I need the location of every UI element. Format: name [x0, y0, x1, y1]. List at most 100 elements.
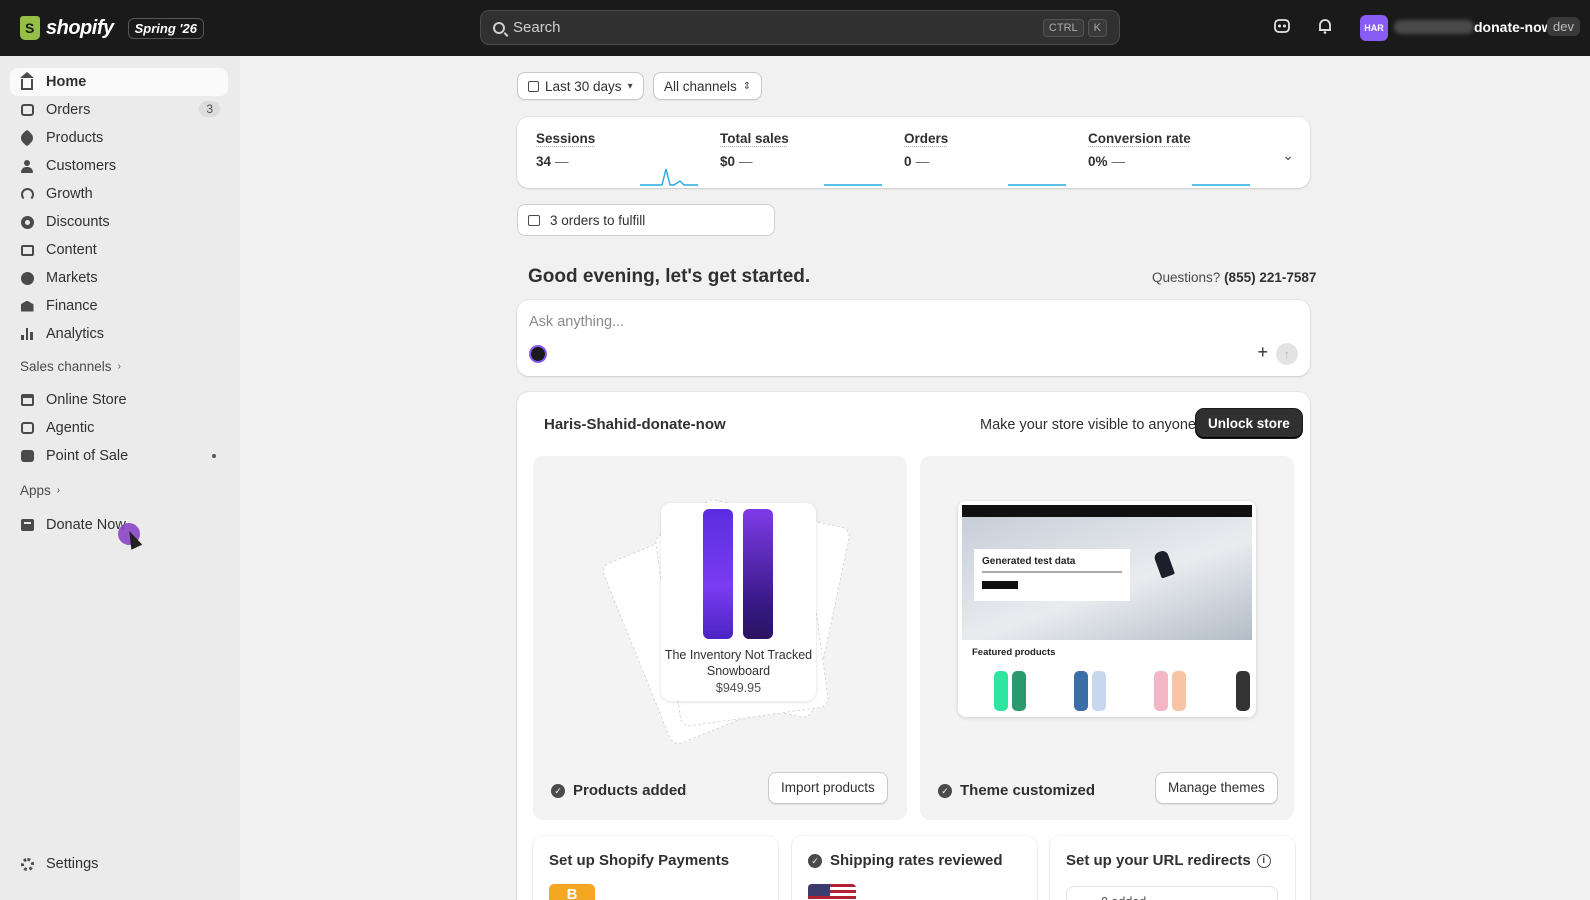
redirect-count: 0 added: [1066, 886, 1278, 900]
sidebar-item-home[interactable]: Home: [10, 68, 228, 96]
sidebar-item-products[interactable]: Products: [10, 124, 228, 152]
sidebar-item-orders[interactable]: Orders 3: [10, 96, 228, 124]
product-preview-stack: The Inventory Not Tracked Snowboard $949…: [631, 491, 831, 731]
product-price: $949.95: [661, 681, 816, 695]
apps-heading[interactable]: Apps ›: [20, 483, 60, 498]
product-thumbnail: [1074, 671, 1088, 711]
search-placeholder: Search: [513, 19, 1039, 36]
sales-channels-label: Sales channels: [20, 359, 112, 374]
metric-orders[interactable]: Orders 0—: [904, 131, 1074, 169]
shipping-rates-card[interactable]: ✓ Shipping rates reviewed: [792, 836, 1037, 900]
logo-text: shopify: [46, 17, 114, 40]
theme-preview[interactable]: Generated test data Featured products: [958, 501, 1256, 717]
discount-icon: [20, 215, 34, 229]
ask-sidekick-card[interactable]: Ask anything... + ↑: [517, 300, 1310, 376]
search-bar[interactable]: Search CTRL K: [480, 10, 1120, 45]
sidebar-item-label: Online Store: [46, 392, 127, 408]
info-icon[interactable]: i: [1257, 854, 1271, 868]
metric-total-sales[interactable]: Total sales $0—: [720, 131, 890, 169]
sidebar-item-point-of-sale[interactable]: Point of Sale: [10, 442, 228, 470]
sidebar-item-growth[interactable]: Growth: [10, 180, 228, 208]
store-avatar[interactable]: HAR: [1360, 15, 1388, 41]
unlock-store-button[interactable]: Unlock store: [1196, 409, 1302, 438]
sidebar-item-label: Growth: [46, 186, 93, 202]
chevron-down-icon[interactable]: ⌄: [1282, 147, 1294, 164]
snowboard-image: [743, 509, 773, 639]
theme-hero-image: Generated test data: [962, 517, 1252, 640]
sidebar-item-agentic[interactable]: Agentic: [10, 414, 228, 442]
sidebar-item-label: Home: [46, 74, 86, 90]
sidebar-item-label: Content: [46, 242, 97, 258]
sidebar-item-label: Settings: [46, 856, 98, 872]
top-bar: shopify Spring '26 Search CTRL K HAR don…: [0, 0, 1590, 56]
app-icon: [20, 518, 34, 532]
store-owner-name-redacted[interactable]: [1394, 20, 1474, 34]
bell-icon[interactable]: [1314, 17, 1336, 39]
product-thumbnail: [1172, 671, 1186, 711]
sidebar: Home Orders 3 Products Customers Growth …: [0, 56, 240, 900]
date-range-button[interactable]: Last 30 days ▾: [517, 72, 644, 100]
chevron-right-icon: ›: [118, 361, 121, 372]
sidebar-item-content[interactable]: Content: [10, 236, 228, 264]
store-handle[interactable]: donate-now: [1474, 19, 1553, 35]
chevron-down-icon: ▾: [628, 81, 633, 92]
inbox-icon: [528, 215, 540, 226]
shopify-logo[interactable]: shopify Spring '26: [20, 16, 204, 40]
hero-text-box: Generated test data: [974, 549, 1130, 601]
sidebar-item-markets[interactable]: Markets: [10, 264, 228, 292]
sidebar-item-settings[interactable]: Settings: [10, 850, 228, 878]
bar-chart-icon: [20, 327, 34, 341]
image-icon: [20, 243, 34, 257]
import-products-button[interactable]: Import products: [768, 772, 888, 804]
sidekick-icon[interactable]: [1271, 17, 1293, 39]
person-icon: [20, 159, 34, 173]
channels-filter-label: All channels: [664, 79, 737, 94]
snowboarder-image: [1153, 549, 1175, 578]
sidebar-item-label: Agentic: [46, 420, 94, 436]
plus-icon[interactable]: +: [1257, 342, 1268, 363]
gauge-icon: [20, 187, 34, 201]
bank-icon: [20, 299, 34, 313]
channels-filter-button[interactable]: All channels ⇕: [653, 72, 762, 100]
send-arrow-icon[interactable]: ↑: [1276, 343, 1298, 365]
chevron-right-icon: ›: [57, 485, 60, 496]
metric-conversion-rate[interactable]: Conversion rate 0% —: [1088, 131, 1258, 169]
questions-prefix: Questions?: [1152, 270, 1220, 285]
tag-icon: [20, 131, 34, 145]
support-phone[interactable]: Questions? (855) 221-7587: [1152, 270, 1316, 285]
status-dot: [212, 454, 216, 458]
check-circle-icon: ✓: [551, 784, 565, 798]
total-sales-sparkline: [824, 161, 882, 187]
theme-subcard: Generated test data Featured products ✓ T…: [920, 456, 1294, 820]
product-thumbnail: [1236, 671, 1250, 711]
metrics-card: Sessions 34— Total sales $0— Orders 0— C…: [517, 117, 1310, 188]
check-circle-icon: ✓: [938, 784, 952, 798]
metric-sessions[interactable]: Sessions 34—: [536, 131, 706, 169]
support-phone-number[interactable]: (855) 221-7587: [1224, 270, 1316, 285]
sales-channels-heading[interactable]: Sales channels ›: [20, 359, 121, 374]
apps-label: Apps: [20, 483, 51, 498]
ask-input[interactable]: Ask anything...: [529, 314, 624, 330]
sidebar-item-customers[interactable]: Customers: [10, 152, 228, 180]
shortcut-key: K: [1088, 19, 1107, 37]
payments-logo-icon: B: [549, 884, 595, 900]
select-arrows-icon: ⇕: [743, 81, 751, 92]
metric-label: Total sales: [720, 131, 890, 146]
shopify-payments-card[interactable]: Set up Shopify Payments B: [533, 836, 778, 900]
sidebar-item-finance[interactable]: Finance: [10, 292, 228, 320]
sidebar-item-discounts[interactable]: Discounts: [10, 208, 228, 236]
sidebar-item-label: Customers: [46, 158, 116, 174]
search-icon: [493, 22, 505, 34]
theme-nav-bar: [962, 505, 1252, 517]
sidebar-item-online-store[interactable]: Online Store: [10, 386, 228, 414]
hero-title: Generated test data: [982, 556, 1075, 567]
sidebar-item-label: Finance: [46, 298, 98, 314]
manage-themes-button[interactable]: Manage themes: [1155, 772, 1278, 804]
metric-label: Orders: [904, 131, 1074, 146]
url-redirects-card[interactable]: Set up your URL redirectsi 0 added: [1050, 836, 1295, 900]
orders-to-fulfill-button[interactable]: 3 orders to fulfill: [517, 204, 775, 236]
product-card[interactable]: The Inventory Not Tracked Snowboard $949…: [661, 503, 816, 701]
edition-badge[interactable]: Spring '26: [128, 18, 204, 39]
sidebar-item-analytics[interactable]: Analytics: [10, 320, 228, 348]
card-title: ✓ Shipping rates reviewed: [808, 852, 1003, 869]
